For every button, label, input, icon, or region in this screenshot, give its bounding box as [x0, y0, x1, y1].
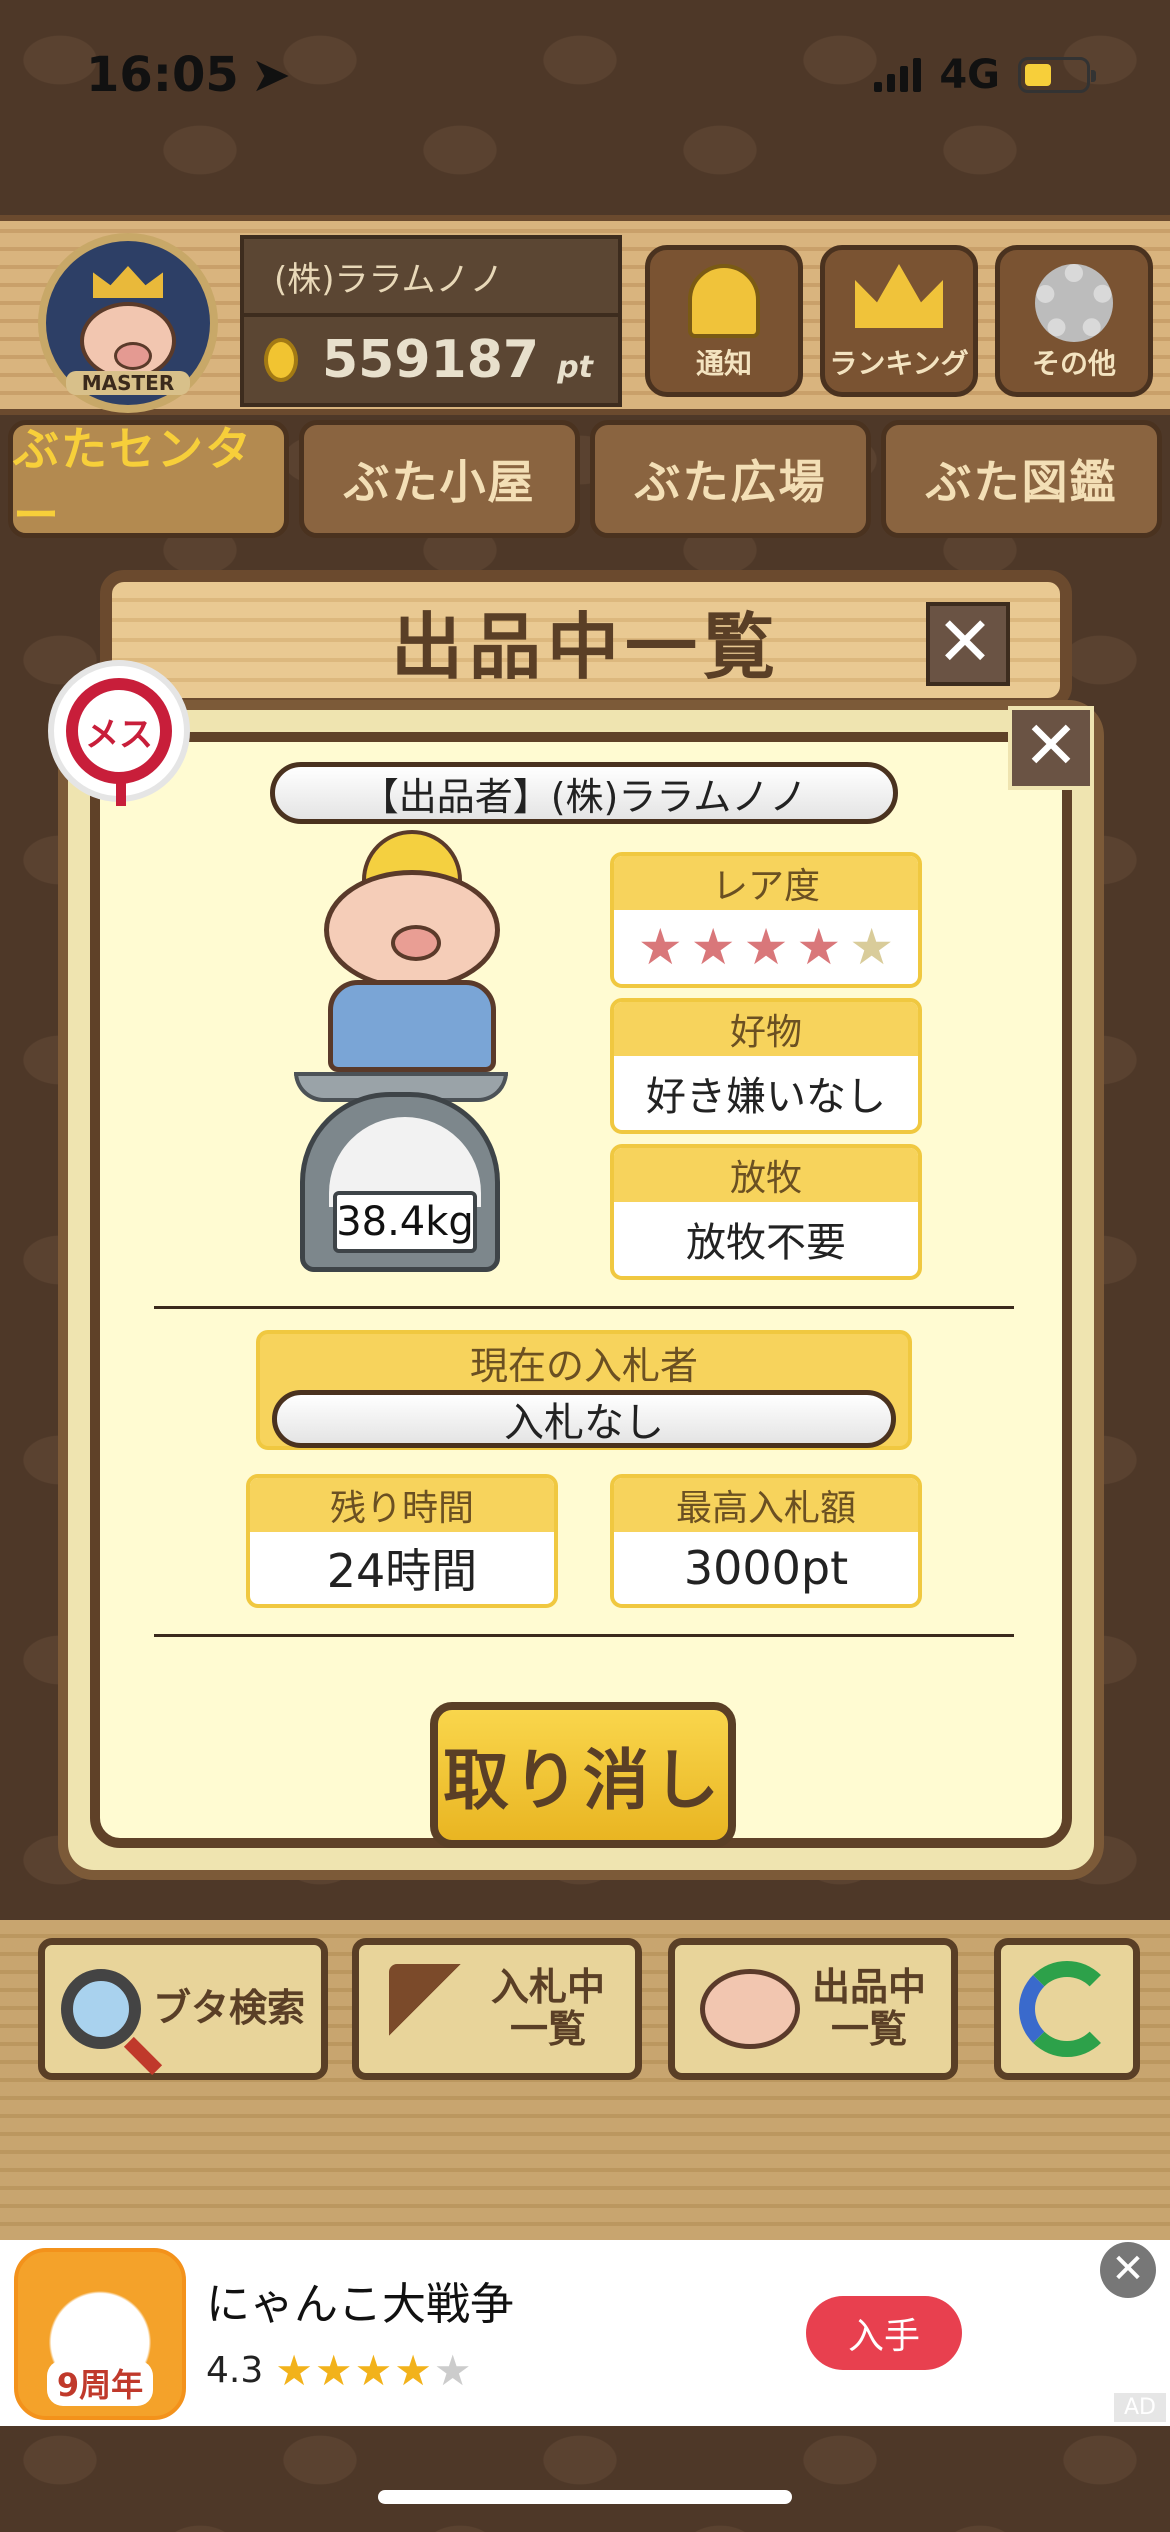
status-indicators: 4G [874, 52, 1096, 98]
rarity-label: レア度 [614, 856, 918, 910]
pig-head-icon [324, 870, 500, 990]
listing-list-button[interactable]: 出品中 一覧 [668, 1938, 958, 2080]
bell-icon [688, 264, 760, 338]
header: MASTER (株)ララムノノ 559187 pt 通知 ランキング その他 [0, 215, 1170, 415]
remaining-time-label: 残り時間 [250, 1478, 554, 1532]
ad-banner[interactable]: 9周年 にゃんこ大戦争 4.3 ★★★★★ 入手 ✕ AD [0, 2240, 1170, 2426]
remaining-time-value: 24時間 [326, 1544, 478, 1598]
main-tabs: ぶたセンター ぶた小屋 ぶた広場 ぶた図鑑 [0, 420, 1170, 542]
ad-icon-label: 9周年 [46, 2360, 154, 2406]
points-unit: pt [557, 350, 594, 385]
gavel-icon [388, 1964, 479, 2054]
pig-search-button[interactable]: ブタ検索 [38, 1938, 328, 2080]
refresh-button[interactable] [994, 1938, 1140, 2080]
battery-icon [1018, 57, 1096, 93]
network-type: 4G [939, 52, 1000, 98]
tab-buta-center[interactable]: ぶたセンター [8, 420, 289, 542]
cancel-listing-button[interactable]: 取り消し [430, 1702, 736, 1848]
pig-avatar-icon [80, 302, 176, 380]
star-icon: ★ [796, 918, 842, 976]
ad-app-icon[interactable]: 9周年 [14, 2248, 186, 2420]
star-empty-icon: ★ [849, 918, 895, 976]
ad-get-button[interactable]: 入手 [806, 2296, 962, 2370]
ad-tag: AD [1114, 2393, 1166, 2422]
crown-icon [855, 264, 943, 328]
favorite-value: 好き嫌いなし [646, 1074, 886, 1120]
cellular-signal-icon [874, 58, 922, 92]
user-panel: (株)ララムノノ 559187 pt [240, 235, 622, 407]
crown-icon [93, 266, 163, 298]
pig-illustration: 38.4kg [290, 830, 520, 1272]
grazing-value: 放牧不要 [686, 1220, 846, 1266]
tab-buta-plaza[interactable]: ぶた広場 [590, 420, 871, 538]
coin-icon [264, 338, 298, 382]
scale-icon: 38.4kg [300, 1092, 500, 1272]
ad-close-button[interactable]: ✕ [1100, 2242, 1156, 2298]
ad-rating-value: 4.3 [206, 2350, 264, 2391]
status-time: 16:05 ➤ [86, 47, 292, 103]
female-icon: メス [66, 678, 172, 806]
pig-body-icon [328, 980, 496, 1072]
modal-close-button[interactable]: ✕ [926, 602, 1010, 686]
master-label: MASTER [66, 371, 190, 395]
dialog-close-button[interactable]: ✕ [1008, 706, 1094, 790]
gear-icon [1035, 264, 1113, 342]
home-indicator[interactable] [378, 2490, 792, 2504]
current-bidder-card: 現在の入札者 入札なし [256, 1330, 912, 1450]
gender-badge: メス [48, 660, 190, 806]
grazing-label: 放牧 [614, 1148, 918, 1202]
pig-icon [699, 1969, 800, 2049]
modal-title: 出品中一覧 [390, 604, 781, 689]
seller-bar: 【出品者】(株)ララムノノ [270, 762, 898, 824]
tab-buta-encyclopedia[interactable]: ぶた図鑑 [881, 420, 1162, 538]
search-icon [60, 1969, 141, 2049]
highest-bid-card: 最高入札額 3000pt [610, 1474, 922, 1608]
weight-value: 38.4kg [333, 1191, 477, 1253]
divider [154, 1306, 1014, 1309]
points-row: 559187 pt [244, 317, 618, 403]
master-badge[interactable]: MASTER [38, 233, 218, 413]
status-bar: 16:05 ➤ 4G [0, 0, 1170, 150]
ad-app-name[interactable]: にゃんこ大戦争 [206, 2268, 514, 2332]
user-name: (株)ララムノノ [244, 239, 618, 317]
gender-label: メス [85, 714, 153, 755]
ad-rating-stars: ★★★★★ [275, 2346, 474, 2395]
grazing-card: 放牧 放牧不要 [610, 1144, 922, 1280]
remaining-time-card: 残り時間 24時間 [246, 1474, 558, 1608]
refresh-icon [1019, 1961, 1115, 2057]
points-value: 559187 [322, 330, 540, 390]
current-bidder-label: 現在の入札者 [469, 1343, 698, 1388]
ranking-button[interactable]: ランキング [820, 245, 978, 397]
star-icon: ★ [690, 918, 736, 976]
star-icon: ★ [637, 918, 683, 976]
modal-title-bar: 出品中一覧 ✕ [100, 570, 1072, 710]
bottom-toolbar: ブタ検索 入札中 一覧 出品中 一覧 [0, 1920, 1170, 2240]
tab-buta-shed[interactable]: ぶた小屋 [299, 420, 580, 538]
highest-bid-value: 3000pt [683, 1541, 849, 1595]
listing-dialog-body [90, 732, 1072, 1848]
location-arrow-icon: ➤ [250, 47, 292, 103]
star-icon: ★ [743, 918, 789, 976]
other-button[interactable]: その他 [995, 245, 1153, 397]
notification-button[interactable]: 通知 [645, 245, 803, 397]
current-bidder-value: 入札なし [272, 1390, 896, 1448]
bidding-list-button[interactable]: 入札中 一覧 [352, 1938, 642, 2080]
ad-rating: 4.3 ★★★★★ [206, 2346, 474, 2395]
favorite-label: 好物 [614, 1002, 918, 1056]
rarity-card: レア度 ★ ★ ★ ★ ★ [610, 852, 922, 988]
favorite-card: 好物 好き嫌いなし [610, 998, 922, 1134]
highest-bid-label: 最高入札額 [614, 1478, 918, 1532]
divider [154, 1634, 1014, 1637]
rarity-stars: ★ ★ ★ ★ ★ [638, 922, 894, 972]
